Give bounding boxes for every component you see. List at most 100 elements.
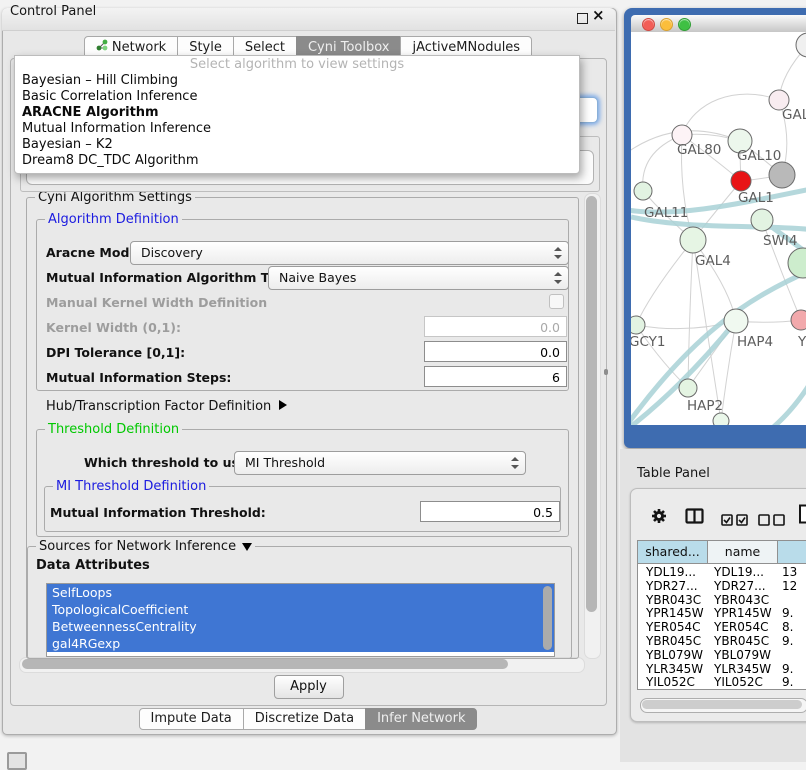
- network-node[interactable]: [713, 413, 729, 425]
- float-icon[interactable]: [577, 13, 588, 24]
- network-icon: [96, 39, 108, 55]
- table-row[interactable]: YIL052CYIL052C9.: [638, 676, 806, 690]
- splitter-handle[interactable]: [604, 369, 608, 375]
- tab-select-label: Select: [245, 40, 285, 55]
- network-node[interactable]: [788, 248, 806, 278]
- list-item[interactable]: SelfLoops: [47, 584, 554, 601]
- dpi-tolerance-label: DPI Tolerance [0,1]:: [46, 345, 185, 360]
- network-node[interactable]: [731, 171, 751, 191]
- table-scrollbar-thumb[interactable]: [642, 700, 802, 709]
- dropdown-item[interactable]: Basic Correlation Inference: [15, 89, 579, 105]
- settings-horizontal-scrollbar[interactable]: [19, 657, 585, 673]
- panel-grip-icon[interactable]: [7, 752, 27, 770]
- network-node[interactable]: [724, 309, 748, 333]
- node-label: GAL: [782, 107, 806, 123]
- table-row[interactable]: YBR043CYBR043C: [638, 594, 806, 608]
- threshold-definition-title: Threshold Definition: [45, 422, 182, 437]
- table-row[interactable]: YER054CYER054C8.: [638, 621, 806, 635]
- tab-impute-data-label: Impute Data: [151, 711, 232, 726]
- network-window-titlebar[interactable]: [631, 15, 806, 33]
- tab-impute-data[interactable]: Impute Data: [139, 708, 244, 730]
- dropdown-item[interactable]: Mutual Information Inference: [15, 121, 579, 137]
- horizontal-scrollbar-thumb[interactable]: [22, 659, 508, 669]
- tab-cyni-toolbox-label: Cyni Toolbox: [308, 40, 390, 55]
- column-header[interactable]: [778, 541, 806, 564]
- network-node[interactable]: [791, 310, 806, 330]
- dropdown-item[interactable]: Bayesian – Hill Climbing: [15, 73, 579, 89]
- tab-discretize-data[interactable]: Discretize Data: [243, 708, 366, 730]
- hub-definition-toggle[interactable]: Hub/Transcription Factor Definition: [46, 399, 287, 414]
- data-attributes-label: Data Attributes: [36, 558, 150, 573]
- cyni-algorithm-settings-title: Cyni Algorithm Settings: [35, 190, 195, 205]
- window-zoom-icon[interactable]: [678, 18, 691, 31]
- close-icon[interactable]: ×: [592, 8, 605, 22]
- table-row[interactable]: YBL079WYBL079W: [638, 649, 806, 663]
- table-header-row: shared... name: [638, 541, 806, 564]
- dropdown-item[interactable]: Dream8 DC_TDC Algorithm: [15, 153, 579, 169]
- network-graph: GAL GAL80 GAL10 GAL1 GAL11 SWI4 GAL4 GCY…: [631, 32, 806, 425]
- which-threshold-combobox[interactable]: MI Threshold: [234, 451, 526, 475]
- which-threshold-value: MI Threshold: [245, 452, 325, 474]
- dropdown-item-selected[interactable]: ARACNE Algorithm: [15, 105, 579, 121]
- node-label: HAP2: [687, 398, 723, 414]
- tab-infer-network[interactable]: Infer Network: [365, 708, 477, 730]
- mi-steps-field[interactable]: 6: [424, 366, 567, 387]
- dpi-tolerance-field[interactable]: 0.0: [424, 341, 567, 362]
- network-node[interactable]: [769, 162, 795, 188]
- network-node[interactable]: [634, 182, 652, 200]
- control-panel-title: Control Panel: [10, 4, 96, 19]
- list-item[interactable]: gal4RGexp: [47, 635, 554, 652]
- table-horizontal-scrollbar[interactable]: [640, 698, 806, 713]
- tab-style-label: Style: [189, 40, 222, 55]
- vertical-scrollbar-thumb[interactable]: [586, 196, 597, 612]
- collapse-arrow-icon: [279, 400, 287, 410]
- window-minimize-icon[interactable]: [660, 18, 673, 31]
- table-row[interactable]: YPR145WYPR145W9.: [638, 607, 806, 621]
- apply-button[interactable]: Apply: [274, 675, 344, 699]
- dropdown-prompt: Select algorithm to view settings: [15, 56, 579, 73]
- network-canvas[interactable]: GAL GAL80 GAL10 GAL1 GAL11 SWI4 GAL4 GCY…: [631, 32, 806, 425]
- dropdown-item[interactable]: Bayesian – K2: [15, 137, 579, 153]
- deselect-all-icon[interactable]: [758, 511, 785, 530]
- network-node[interactable]: [751, 209, 773, 231]
- sources-title[interactable]: Sources for Network Inference: [36, 539, 255, 554]
- window-close-icon[interactable]: [642, 18, 655, 31]
- combo-stepper-icon: [554, 271, 562, 285]
- manual-kernel-width-checkbox[interactable]: [549, 294, 564, 309]
- algorithm-dropdown-popup: Select algorithm to view settings Bayesi…: [14, 55, 580, 174]
- combo-stepper-icon: [554, 246, 562, 260]
- combo-stepper-icon: [511, 456, 519, 470]
- network-node[interactable]: [679, 379, 697, 397]
- split-view-icon[interactable]: [685, 508, 704, 528]
- mi-algorithm-type-label: Mutual Information Algorithm Type:: [46, 270, 298, 285]
- which-threshold-label: Which threshold to use:: [84, 455, 252, 470]
- mi-algorithm-type-combobox[interactable]: Naive Bayes: [268, 266, 569, 290]
- mi-threshold-field[interactable]: 0.5: [420, 501, 560, 522]
- aracne-mode-combobox[interactable]: Discovery: [130, 241, 569, 265]
- mi-steps-label: Mutual Information Steps:: [46, 370, 231, 385]
- settings-vertical-scrollbar[interactable]: [584, 193, 601, 659]
- gear-icon[interactable]: [650, 507, 668, 529]
- list-item[interactable]: BetweennessCentrality: [47, 618, 554, 635]
- node-label: GAL4: [695, 253, 731, 269]
- list-item[interactable]: TopologicalCoefficient: [47, 601, 554, 618]
- table-row[interactable]: YBR045CYBR045C9.: [638, 635, 806, 649]
- kernel-width-label: Kernel Width (0,1):: [46, 320, 181, 335]
- table-row[interactable]: YDL19...YDL19...13: [638, 566, 806, 580]
- network-node[interactable]: [631, 316, 645, 334]
- select-all-icon[interactable]: [721, 511, 748, 530]
- file-icon[interactable]: [798, 504, 806, 528]
- list-scrollbar-thumb[interactable]: [543, 586, 552, 650]
- data-attributes-list[interactable]: SelfLoops TopologicalCoefficient Between…: [46, 583, 555, 657]
- table-row[interactable]: YDR27...YDR27...12: [638, 580, 806, 594]
- column-header[interactable]: shared...: [638, 541, 708, 564]
- hub-definition-label: Hub/Transcription Factor Definition: [46, 399, 271, 414]
- table-row[interactable]: YLR345WYLR345W9.: [638, 663, 806, 677]
- network-node[interactable]: [680, 227, 706, 253]
- expand-arrow-icon: [242, 543, 252, 551]
- node-label: HAP4: [737, 334, 773, 350]
- kernel-width-field[interactable]: 0.0: [424, 316, 567, 337]
- network-node[interactable]: [796, 33, 806, 57]
- column-header[interactable]: name: [708, 541, 778, 564]
- node-table[interactable]: shared... name YDL19...YDL19...13 YDR27.…: [637, 540, 806, 690]
